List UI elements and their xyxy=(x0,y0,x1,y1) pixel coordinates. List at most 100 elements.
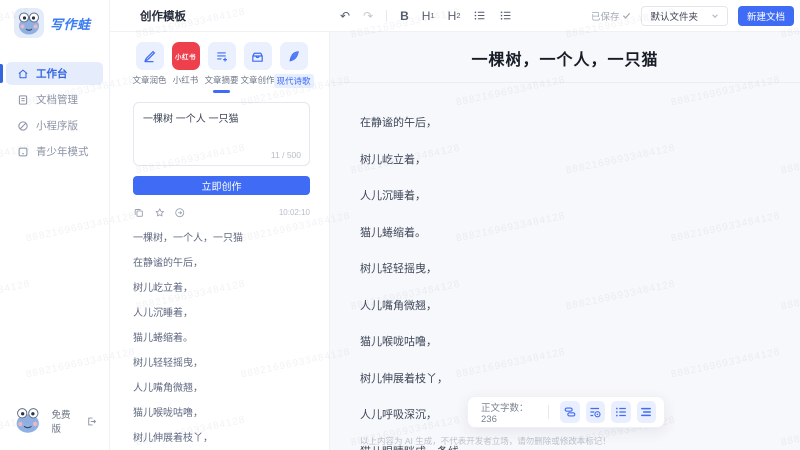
heading1-button[interactable]: H1 xyxy=(422,9,435,23)
sidebar-nav: 工作台 文档管理 小程序版 青少年模式 xyxy=(0,62,109,163)
result-line: 树儿屹立着， xyxy=(133,282,193,294)
tab-article-create[interactable]: 文章创作 xyxy=(240,42,275,93)
toolbar-divider xyxy=(386,9,388,22)
ordered-list-icon xyxy=(501,11,511,20)
bold-button[interactable]: B xyxy=(400,9,409,23)
heading2-button[interactable]: H2 xyxy=(448,9,461,23)
xiaohongshu-icon: 小红书 xyxy=(171,42,200,70)
app-logo: 写作蛙 xyxy=(0,0,109,48)
result-line: 人儿嘴角微翘， xyxy=(133,382,203,394)
tab-label: 文章创作 xyxy=(240,75,275,85)
logout-button[interactable] xyxy=(86,416,97,427)
word-count-label: 正文字数：236 xyxy=(481,402,529,425)
document-paragraph: 树儿伸展着枝丫， xyxy=(360,372,448,385)
document-editor[interactable]: 一棵树，一个人，一只猫 在静谧的午后， 树儿屹立着， 人儿沉睡着， 猫儿蜷缩着。 树儿轻… xyxy=(330,32,800,450)
app-title: 写作蛙 xyxy=(50,16,91,32)
sidebar-item-doc-manage[interactable]: 文档管理 xyxy=(6,88,103,111)
home-icon xyxy=(18,69,28,78)
compass-icon xyxy=(18,120,28,131)
arrow-circle-icon xyxy=(175,208,185,218)
logout-icon xyxy=(88,417,97,425)
sidebar-item-label: 小程序版 xyxy=(36,120,78,132)
result-line: 树儿轻轻摇曳， xyxy=(133,357,203,369)
undo-button[interactable]: ↶ xyxy=(340,9,350,23)
template-tabs: 文章润色 小红书 小红书 文章摘要 文章创作 现代诗歌 xyxy=(132,42,314,93)
composer-panel: 文章润色 小红书 小红书 文章摘要 文章创作 现代诗歌 一棵树 一个人 一只猫 … xyxy=(110,32,330,450)
tab-label: 文章润色 xyxy=(132,75,167,85)
active-tab-indicator xyxy=(213,90,230,93)
main-column: 创作模板 ↶ ↷ B H1 H2 已保存 默认文件夹 新建文档 文章润色 小红书… xyxy=(110,0,800,450)
document-paragraph: 树儿屹立着， xyxy=(360,153,426,166)
bullet-list-icon xyxy=(615,407,626,417)
summarize-paragraphs-button[interactable] xyxy=(560,401,580,423)
result-line: 人儿沉睡着， xyxy=(133,307,193,319)
tab-xiaohongshu[interactable]: 小红书 小红书 xyxy=(169,42,202,93)
panel-title: 创作模板 xyxy=(140,10,186,23)
document-title: 一棵树，一个人，一只猫 xyxy=(471,52,659,69)
result-lines: 一棵树，一个人，一只猫 在静谧的午后， 树儿屹立着， 人儿沉睡着， 猫儿蜷缩着。 树儿轻轻… xyxy=(133,229,310,450)
copy-icon xyxy=(134,209,143,217)
segment-list-icon xyxy=(641,407,652,417)
app-window: 写作蛙 工作台 文档管理 小程序版 青少年模式 免费版 创作模板 ↶ ↷ B H… xyxy=(0,0,800,450)
ordered-list-button[interactable] xyxy=(499,9,512,22)
document-paragraph: 猫儿喉咙咕噜， xyxy=(360,336,437,348)
segment-list-button[interactable] xyxy=(636,401,656,423)
folder-select-value: 默认文件夹 xyxy=(650,11,698,23)
word-count-value: 236 xyxy=(481,413,497,425)
star-icon xyxy=(155,208,164,217)
favorite-button[interactable] xyxy=(154,207,166,219)
prompt-input[interactable]: 一棵树 一个人 一只猫 xyxy=(143,110,300,148)
create-now-button[interactable]: 立即创作 xyxy=(133,176,310,195)
sidebar-footer: 免费版 xyxy=(0,404,109,450)
result-line: 一棵树，一个人，一只猫 xyxy=(133,232,243,244)
tab-article-summary[interactable]: 文章摘要 xyxy=(205,42,239,93)
user-avatar[interactable] xyxy=(12,404,44,438)
result-line: 猫儿蜷缩着。 xyxy=(133,332,193,344)
teen-mode-icon xyxy=(18,147,28,156)
document-paragraph: 人儿沉睡着， xyxy=(360,190,426,202)
sidebar-item-label: 青少年模式 xyxy=(36,146,89,158)
result-line: 猫儿喉咙咕噜， xyxy=(133,407,203,419)
bullet-list-icon xyxy=(475,11,485,20)
copy-button[interactable] xyxy=(133,207,145,219)
sidebar-item-teen-mode[interactable]: 青少年模式 xyxy=(6,140,103,163)
list-options-button[interactable] xyxy=(585,401,606,423)
document-paragraph: 在静谧的午后， xyxy=(360,117,437,129)
check-icon xyxy=(623,12,631,19)
redo-button[interactable]: ↷ xyxy=(363,9,373,23)
insert-button[interactable] xyxy=(174,207,186,219)
sidebar-item-miniprogram[interactable]: 小程序版 xyxy=(6,114,103,137)
pen-icon xyxy=(135,42,164,70)
sidebar-item-label: 工作台 xyxy=(36,68,68,80)
sidebar-item-workbench[interactable]: 工作台 xyxy=(0,62,103,85)
result-actions: 10:02:10 xyxy=(133,207,310,219)
chevron-down-icon xyxy=(712,13,718,18)
bullet-list-format-button[interactable] xyxy=(611,401,631,423)
prompt-input-box: 一棵树 一个人 一只猫 11 / 500 xyxy=(133,102,310,166)
tab-modern-poetry[interactable]: 现代诗歌 xyxy=(273,42,314,93)
plan-badge: 免费版 xyxy=(51,410,71,435)
tab-label: 小红书 xyxy=(172,75,199,85)
tab-article-polish[interactable]: 文章润色 xyxy=(132,42,167,93)
bullet-list-button[interactable] xyxy=(473,9,486,22)
format-toolbar: ↶ ↷ B H1 H2 xyxy=(340,9,512,23)
result-timestamp: 10:02:10 xyxy=(278,208,310,218)
sidebar-item-label: 文档管理 xyxy=(36,94,78,106)
paragraph-pills-icon xyxy=(564,407,576,417)
floating-word-toolbar: 正文字数：236 xyxy=(467,396,665,428)
list-clock-icon xyxy=(590,407,601,418)
tab-label: 现代诗歌 xyxy=(273,74,314,88)
new-document-button[interactable]: 新建文档 xyxy=(737,5,794,26)
document-body: 在静谧的午后， 树儿屹立着， 人儿沉睡着， 猫儿蜷缩着。 树儿轻轻摇曳， 人儿嘴角微翘， 猫… xyxy=(330,83,800,450)
summary-icon xyxy=(207,42,236,70)
frog-logo-icon xyxy=(14,8,44,38)
ai-disclaimer: 以上内容为 AI 生成，不代表开发者立场，请勿删除或修改本标记！ xyxy=(360,436,611,446)
toolbar-divider xyxy=(548,405,550,419)
result-line: 在静谧的午后， xyxy=(133,257,203,269)
document-paragraph: 猫儿蜷缩着。 xyxy=(360,226,426,239)
compose-icon xyxy=(243,42,272,70)
document-paragraph: 树儿轻轻摇曳， xyxy=(360,263,437,275)
result-line: 树儿伸展着枝丫， xyxy=(133,432,213,444)
folder-select[interactable]: 默认文件夹 xyxy=(641,5,728,26)
sidebar: 写作蛙 工作台 文档管理 小程序版 青少年模式 免费版 xyxy=(0,0,110,450)
